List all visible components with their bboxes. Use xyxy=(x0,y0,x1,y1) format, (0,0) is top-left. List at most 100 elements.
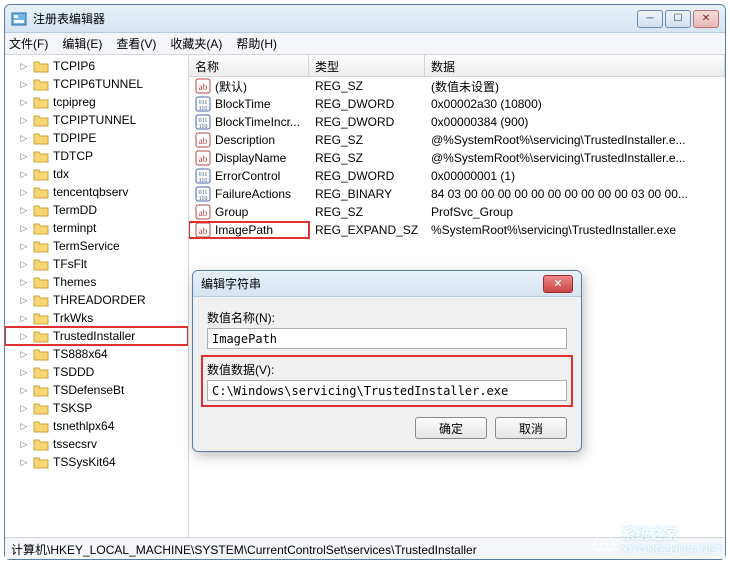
value-name: Group xyxy=(215,205,248,219)
tree-item[interactable]: ▷Themes xyxy=(5,273,188,291)
value-row[interactable]: BlockTimeREG_DWORD0x00002a30 (10800) xyxy=(189,95,725,113)
expand-arrow-icon[interactable]: ▷ xyxy=(19,313,29,324)
expand-arrow-icon[interactable]: ▷ xyxy=(19,241,29,252)
menu-file[interactable]: 文件(F) xyxy=(9,35,48,52)
cancel-button[interactable]: 取消 xyxy=(495,417,567,439)
value-row[interactable]: ImagePathREG_EXPAND_SZ%SystemRoot%\servi… xyxy=(189,221,725,239)
expand-arrow-icon[interactable]: ▷ xyxy=(19,259,29,270)
expand-arrow-icon[interactable]: ▷ xyxy=(19,115,29,126)
dialog-titlebar[interactable]: 编辑字符串 ✕ xyxy=(193,271,581,297)
tree-item[interactable]: ▷TrkWks xyxy=(5,309,188,327)
tree-pane[interactable]: ▷ TCPIP6 ▷TCPIP6TUNNEL▷tcpipreg▷TCPIPTUNNE… xyxy=(5,55,189,537)
tree-item[interactable]: ▷TrustedInstaller xyxy=(5,327,188,345)
tree-item[interactable]: ▷tdx xyxy=(5,165,188,183)
tree-item-label: THREADORDER xyxy=(53,293,146,307)
expand-arrow-icon[interactable]: ▷ xyxy=(19,439,29,450)
menu-favorites[interactable]: 收藏夹(A) xyxy=(170,35,222,52)
value-row[interactable]: (默认)REG_SZ(数值未设置) xyxy=(189,77,725,95)
tree-item[interactable]: ▷ TDPIPE xyxy=(5,129,188,147)
expand-arrow-icon[interactable]: ▷ xyxy=(19,97,29,108)
watermark: 系统之家 XITONGZHIJIA.NET xyxy=(591,524,722,556)
tree-item-label: TFsFlt xyxy=(53,257,87,271)
folder-icon xyxy=(33,221,49,235)
folder-icon xyxy=(33,455,49,469)
tree-item-label: TSKSP xyxy=(53,401,92,415)
col-header-data[interactable]: 数据 xyxy=(425,55,725,76)
expand-arrow-icon[interactable]: ▷ xyxy=(19,331,29,342)
tree-item[interactable]: ▷tencentqbserv xyxy=(5,183,188,201)
expand-arrow-icon[interactable]: ▷ xyxy=(19,187,29,198)
expand-arrow-icon[interactable]: ▷ xyxy=(19,277,29,288)
field-data: 数值数据(V): xyxy=(205,359,569,403)
value-row[interactable]: BlockTimeIncr...REG_DWORD0x00000384 (900… xyxy=(189,113,725,131)
dialog-close-button[interactable]: ✕ xyxy=(543,275,573,293)
tree-item[interactable]: ▷ TCPIP6 xyxy=(5,57,188,75)
tree-item[interactable]: ▷tcpipreg xyxy=(5,93,188,111)
tree-item[interactable]: ▷ terminpt xyxy=(5,219,188,237)
tree-item[interactable]: ▷TermService xyxy=(5,237,188,255)
col-header-name[interactable]: 名称 xyxy=(189,55,309,76)
tree-item[interactable]: ▷TCPIPTUNNEL xyxy=(5,111,188,129)
minimize-button[interactable]: ─ xyxy=(637,10,663,28)
value-data-input[interactable] xyxy=(207,380,567,401)
dialog-body: 数值名称(N): 数值数据(V): 确定 取消 xyxy=(193,297,581,451)
binary-value-icon xyxy=(195,168,211,184)
tree-item-label: TDPIPE xyxy=(53,131,96,145)
value-name: (默认) xyxy=(215,78,247,95)
tree-item[interactable]: ▷TS888x64 xyxy=(5,345,188,363)
expand-arrow-icon[interactable]: ▷ xyxy=(19,133,29,144)
folder-icon xyxy=(33,113,49,127)
expand-arrow-icon[interactable]: ▷ xyxy=(19,61,29,72)
menu-view[interactable]: 查看(V) xyxy=(116,35,156,52)
expand-arrow-icon[interactable]: ▷ xyxy=(19,223,29,234)
value-row[interactable]: FailureActionsREG_BINARY84 03 00 00 00 0… xyxy=(189,185,725,203)
value-row[interactable]: GroupREG_SZProfSvc_Group xyxy=(189,203,725,221)
col-header-type[interactable]: 类型 xyxy=(309,55,425,76)
value-row[interactable]: DescriptionREG_SZ@%SystemRoot%\servicing… xyxy=(189,131,725,149)
tree-item[interactable]: ▷tssecsrv xyxy=(5,435,188,453)
tree-item[interactable]: ▷ TSKSP xyxy=(5,399,188,417)
expand-arrow-icon[interactable]: ▷ xyxy=(19,79,29,90)
expand-arrow-icon[interactable]: ▷ xyxy=(19,385,29,396)
menubar: 文件(F) 编辑(E) 查看(V) 收藏夹(A) 帮助(H) xyxy=(5,33,725,55)
folder-icon xyxy=(33,419,49,433)
value-data: @%SystemRoot%\servicing\TrustedInstaller… xyxy=(425,133,725,147)
menu-help[interactable]: 帮助(H) xyxy=(236,35,277,52)
expand-arrow-icon[interactable]: ▷ xyxy=(19,151,29,162)
string-value-icon xyxy=(195,132,211,148)
close-button[interactable]: ✕ xyxy=(693,10,719,28)
tree-item[interactable]: ▷TDTCP xyxy=(5,147,188,165)
tree-item[interactable]: ▷ TFsFlt xyxy=(5,255,188,273)
tree-item[interactable]: ▷TermDD xyxy=(5,201,188,219)
value-type: REG_BINARY xyxy=(309,187,425,201)
value-name: DisplayName xyxy=(215,151,286,165)
maximize-button[interactable]: ☐ xyxy=(665,10,691,28)
expand-arrow-icon[interactable]: ▷ xyxy=(19,367,29,378)
expand-arrow-icon[interactable]: ▷ xyxy=(19,349,29,360)
expand-arrow-icon[interactable]: ▷ xyxy=(19,457,29,468)
menu-edit[interactable]: 编辑(E) xyxy=(62,35,102,52)
expand-arrow-icon[interactable]: ▷ xyxy=(19,421,29,432)
value-row[interactable]: DisplayNameREG_SZ@%SystemRoot%\servicing… xyxy=(189,149,725,167)
expand-arrow-icon[interactable]: ▷ xyxy=(19,169,29,180)
expand-arrow-icon[interactable]: ▷ xyxy=(19,205,29,216)
folder-icon xyxy=(33,311,49,325)
value-name-input[interactable] xyxy=(207,328,567,349)
tree-item[interactable]: ▷ THREADORDER xyxy=(5,291,188,309)
expand-arrow-icon[interactable]: ▷ xyxy=(19,403,29,414)
tree-item[interactable]: ▷TCPIP6TUNNEL xyxy=(5,75,188,93)
titlebar[interactable]: 注册表编辑器 ─ ☐ ✕ xyxy=(5,5,725,33)
watermark-url: XITONGZHIJIA.NET xyxy=(621,544,722,556)
tree-item[interactable]: ▷TSSysKit64 xyxy=(5,453,188,471)
tree-item-label: terminpt xyxy=(53,221,96,235)
value-type: REG_DWORD xyxy=(309,169,425,183)
tree-item[interactable]: ▷TSDefenseBt xyxy=(5,381,188,399)
tree-item-label: TCPIP6 xyxy=(53,59,95,73)
value-name: ErrorControl xyxy=(215,169,280,183)
value-name: Description xyxy=(215,133,275,147)
tree-item[interactable]: ▷TSDDD xyxy=(5,363,188,381)
value-row[interactable]: ErrorControlREG_DWORD0x00000001 (1) xyxy=(189,167,725,185)
ok-button[interactable]: 确定 xyxy=(415,417,487,439)
tree-item[interactable]: ▷tsnethlpx64 xyxy=(5,417,188,435)
expand-arrow-icon[interactable]: ▷ xyxy=(19,295,29,306)
